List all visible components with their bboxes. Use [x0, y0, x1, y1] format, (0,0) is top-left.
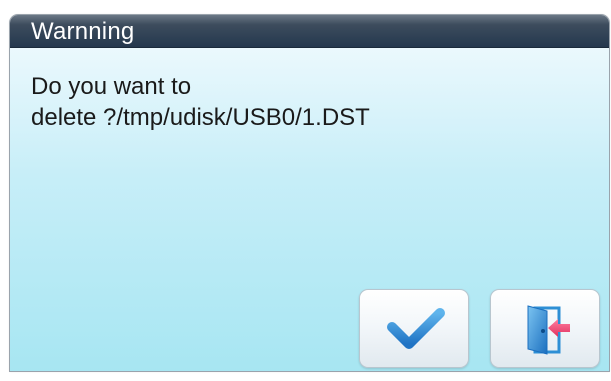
checkmark-icon: [387, 308, 445, 349]
exit-door-icon: [527, 305, 570, 355]
message-line-1: Do you want to: [31, 73, 192, 100]
warning-dialog: Warnning Do you want to delete ?/tmp/udi…: [10, 15, 609, 371]
confirm-button[interactable]: [359, 289, 469, 368]
dialog-title: Warnning: [31, 18, 135, 45]
dialog-message: Do you want to delete ?/tmp/udisk/USB0/1…: [31, 71, 591, 133]
dialog-titlebar: Warnning: [10, 15, 609, 48]
exit-button[interactable]: [490, 289, 600, 368]
message-line-2: delete ?/tmp/udisk/USB0/1.DST: [31, 104, 370, 131]
